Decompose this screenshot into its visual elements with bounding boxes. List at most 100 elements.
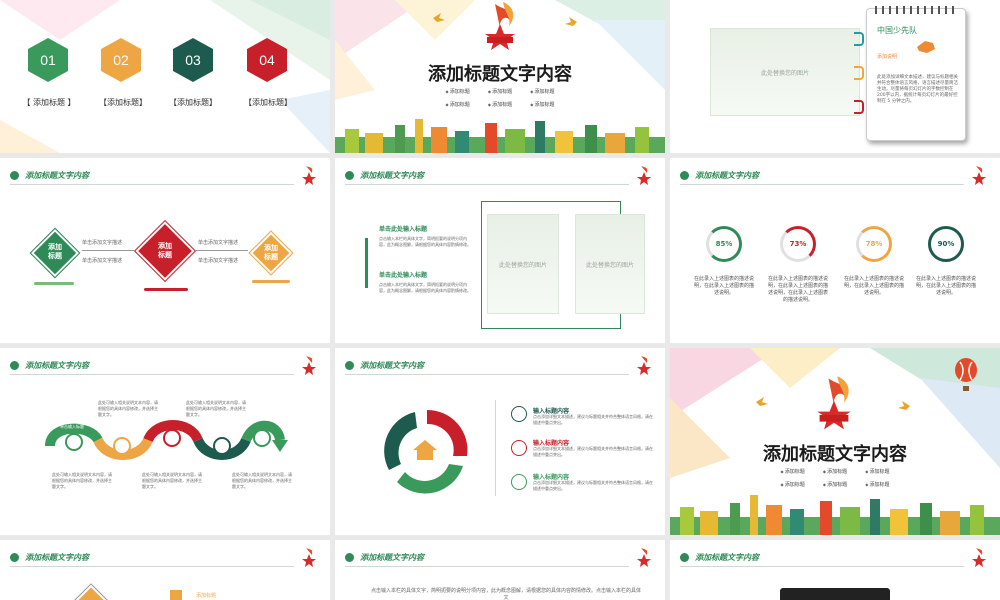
diamond-label-1: 添加 标题: [48, 243, 62, 260]
pioneer-badge-icon: [302, 356, 316, 375]
slide-thumbnail-12[interactable]: 添加标题文字内容: [670, 540, 1000, 600]
pioneer-badge-icon: [302, 166, 316, 185]
hex-label-4: 【添加标题】: [244, 98, 292, 107]
slide-thumbnail-1[interactable]: 01 02 03 04 【 添加标题 】 【添加标题】 【添加标题】 【添加标题…: [0, 0, 330, 153]
shadow-bar: [144, 288, 188, 291]
desc-text: 单击添加文字描述: [198, 240, 239, 246]
ring-desc-3: 在此录入上述图表的描述说明，在此录入上述图表的描述说明。: [843, 276, 904, 296]
pioneer-badge-icon: [972, 548, 986, 567]
circular-arrows: [384, 409, 468, 494]
header-dot: [345, 552, 354, 562]
notebook-tag: 添加说明: [877, 54, 898, 60]
subtitle-item: 添加标题: [780, 481, 805, 488]
image-placeholder-1[interactable]: 此处替换您的图片: [487, 214, 559, 314]
young-pioneer-badge-icon: [817, 376, 851, 430]
pioneer-badge-icon: [637, 166, 651, 185]
header-dot: [345, 360, 354, 370]
header-dot: [10, 552, 19, 562]
header-divider: [345, 374, 629, 375]
subtitle-item: 添加标题: [445, 101, 470, 108]
slide-header: 添加标题文字内容: [680, 168, 759, 182]
pioneer-badge-icon: [972, 166, 986, 185]
slide-grid: 01 02 03 04 【 添加标题 】 【添加标题】 【添加标题】 【添加标题…: [0, 0, 1000, 600]
subtitle-item: 添加标题: [865, 468, 890, 475]
header-divider: [10, 374, 294, 375]
item-icon-2: [511, 440, 527, 456]
pioneer-badge-icon: [637, 356, 651, 375]
pioneer-badge-icon: [637, 548, 651, 567]
progress-ring-1: 85%: [706, 226, 742, 262]
subtitle-item: 添加标题: [530, 88, 555, 95]
slide-thumbnail-3[interactable]: 此处替换您的图片 中国少先队 添加说明 此处添加详细文本描述，建议与标题相关并符…: [670, 0, 1000, 153]
note-3: 此处可输入相关说明文本内容，请根据您的具体内容修改，并选择主题文字。: [52, 472, 112, 489]
header-title: 添加标题文字内容: [360, 170, 424, 180]
hand-icon: [917, 41, 935, 53]
note-5: 此处可输入相关说明文本内容，请根据您的具体内容修改，并选择主题文字。: [232, 472, 292, 489]
subtitle-row-1: 添加标题 添加标题 添加标题: [335, 88, 665, 95]
slide-thumbnail-7[interactable]: 添加标题文字内容 单击输入标题 此处可输入相关说明文本内容，请根据您的具体内容修…: [0, 348, 330, 535]
header-divider: [10, 566, 294, 567]
slide-header: 添加标题文字内容: [345, 358, 424, 372]
header-divider: [680, 566, 964, 567]
ring-desc-4: 在此录入上述图表的描述说明，在此录入上述图表的描述说明。: [915, 276, 976, 296]
slide-header: 添加标题文字内容: [10, 550, 89, 564]
header-title: 添加标题文字内容: [360, 360, 424, 370]
hex-number: 02: [113, 52, 129, 68]
notebook-rings: [875, 6, 957, 14]
header-divider: [680, 184, 964, 185]
diamond-shape: [71, 583, 111, 600]
slide-thumbnail-5[interactable]: 添加标题文字内容 单击此处输入标题 点击输入本栏的具体文字，简明扼要的说明分项内…: [335, 158, 665, 343]
header-dot: [10, 170, 19, 180]
image-placeholder[interactable]: 此处替换您的图片: [710, 28, 860, 116]
slide-thumbnail-2[interactable]: 添加标题文字内容 添加标题 添加标题 添加标题 添加标题 添加标题 添加标题: [335, 0, 665, 153]
slide-thumbnail-6[interactable]: 添加标题文字内容 85% 73% 78% 90% 在此录入上述图表的描述说明，在…: [670, 158, 1000, 343]
subtitle-row-1: 添加标题 添加标题 添加标题: [670, 468, 1000, 475]
slide-header: 添加标题文字内容: [10, 168, 89, 182]
band-label: 单击输入标题: [60, 424, 84, 429]
block-text-1: 点击输入本栏的具体文字，简明扼要的说明分项内容，此为概念图解，请根据您的具体内容…: [379, 236, 471, 247]
subtitle-item: 添加标题: [823, 481, 847, 488]
header-divider: [10, 184, 294, 185]
block-text-2: 点击输入本栏的具体文字，简明扼要的说明分项内容，此为概念图解，请根据您的具体内容…: [379, 282, 471, 293]
slide-thumbnail-4[interactable]: 添加标题文字内容 添加 标题 添加 标题 添加 标题 单击添加文字描述 单击添加文字描…: [0, 158, 330, 343]
dove-icon: [898, 401, 910, 410]
ring-percent: 78%: [865, 240, 883, 248]
hex-number: 01: [40, 52, 56, 68]
header-dot: [680, 552, 689, 562]
connector-line: [82, 250, 134, 251]
dove-icon: [756, 397, 768, 406]
subtitle-item: 添加标题: [488, 101, 512, 108]
header-title: 添加标题文字内容: [360, 552, 424, 562]
notebook-text: 此处添加详细文本描述，建议与标题相关并符合整体语言风格，语言描述尽量简洁生动。尽…: [877, 75, 958, 104]
slide-header: 添加标题文字内容: [10, 358, 89, 372]
desc-text: 单击添加文字描述: [82, 258, 123, 264]
item-text-1: 点击添加详细文本描述，建议与标题相关并符合整体语言风格，请在描述中重点突出。: [533, 414, 653, 425]
hex-number: 03: [185, 52, 201, 68]
ring-percent: 90%: [937, 240, 955, 248]
slide-thumbnail-8[interactable]: 添加标题文字内容 输入标题内容 点击添加详细文本描述，建议与标题相关并符合整体语…: [335, 348, 665, 535]
subtitle-item: 添加标题: [488, 88, 512, 95]
note-1: 此处可输入相关说明文本内容，请根据您的具体内容修改，并选择主题文字。: [98, 400, 158, 417]
hot-air-balloon-icon: [955, 358, 977, 391]
subtitle-item: 添加标题: [823, 468, 847, 475]
diamond-label-2: 添加 标题: [158, 242, 172, 259]
note-4: 此处可输入相关说明文本内容，请根据您的具体内容修改，并选择主题文字。: [142, 472, 202, 489]
slide-header: 添加标题文字内容: [345, 550, 424, 564]
progress-ring-4: 90%: [928, 226, 964, 262]
header-dot: [345, 170, 354, 180]
block-title-1: 单击此处输入标题: [379, 226, 428, 233]
progress-ring-3: 78%: [856, 226, 892, 262]
notebook: 中国少先队 添加说明 此处添加详细文本描述，建议与标题相关并符合整体语言风格，语…: [866, 6, 966, 141]
item-icon-3: [511, 474, 527, 490]
shadow-bar: [252, 280, 290, 283]
progress-ring-2: 73%: [780, 226, 816, 262]
ring-percent: 85%: [715, 240, 733, 248]
header-title: 添加标题文字内容: [695, 170, 759, 180]
connector-line: [196, 250, 248, 251]
city-skyline: [335, 119, 665, 153]
image-placeholder-2[interactable]: 此处替换您的图片: [575, 214, 645, 314]
slide-thumbnail-9[interactable]: 添加标题文字内容 添加标题 添加标题 添加标题 添加标题 添加标题 添加标题: [670, 348, 1000, 535]
hex-label-3: 【添加标题】: [169, 98, 217, 107]
slide-thumbnail-10[interactable]: 添加标题文字内容 添加标题: [0, 540, 330, 600]
slide-thumbnail-11[interactable]: 添加标题文字内容 点击输入本栏的具体文字，简明扼要的说明分项内容，此为概念图解，…: [335, 540, 665, 600]
